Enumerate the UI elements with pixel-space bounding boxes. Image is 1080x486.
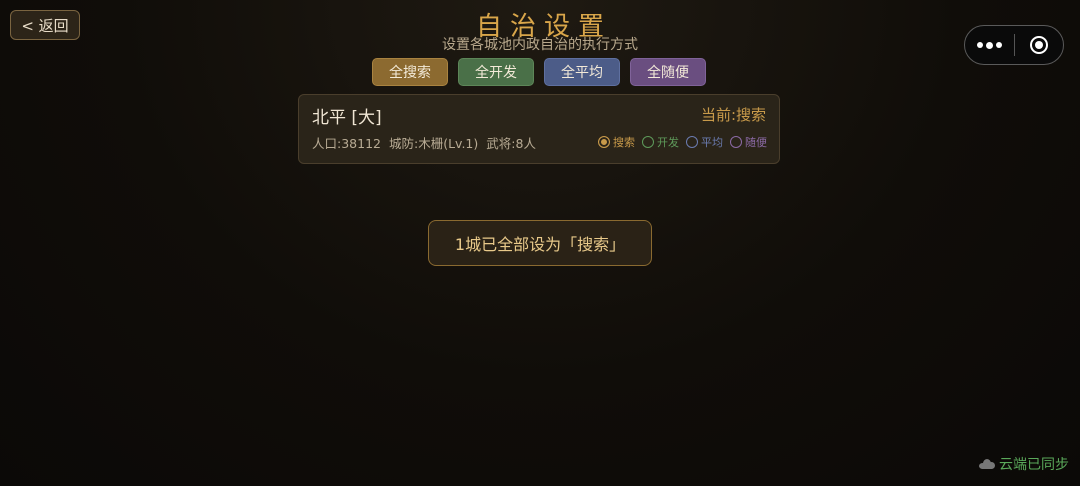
radio-unchecked-icon	[686, 136, 698, 148]
radio-unchecked-icon	[642, 136, 654, 148]
city-generals: 武将:8人	[486, 136, 536, 151]
mode-radio-balance[interactable]: 平均	[686, 134, 723, 150]
autonomy-settings-page: < 返回 自治设置 设置各城池内政自治的执行方式 全搜索 全开发 全平均 全随便…	[0, 0, 1080, 486]
toast-message: 1城已全部设为「搜索」	[428, 220, 652, 266]
sync-status-label: 云端已同步	[999, 457, 1069, 473]
radio-checked-icon	[598, 136, 610, 148]
mode-radio-random[interactable]: 随便	[730, 134, 767, 150]
mode-label-balance: 平均	[701, 136, 723, 149]
bulk-action-bar: 全搜索 全开发 全平均 全随便	[372, 58, 706, 86]
sync-status: 云端已同步	[979, 454, 1069, 474]
mode-label-random: 随便	[745, 136, 767, 149]
all-random-button[interactable]: 全随便	[630, 58, 706, 86]
mode-label-search: 搜索	[613, 136, 635, 149]
all-develop-button[interactable]: 全开发	[458, 58, 534, 86]
all-search-button[interactable]: 全搜索	[372, 58, 448, 86]
radio-unchecked-icon	[730, 136, 742, 148]
mode-radio-group: 搜索 开发 平均 随便	[598, 134, 767, 150]
city-name: 北平 [大]	[312, 108, 382, 128]
target-close-icon[interactable]	[1015, 26, 1063, 64]
page-subtitle: 设置各城池内政自治的执行方式	[442, 37, 638, 53]
more-dots-icon[interactable]	[965, 26, 1014, 64]
mini-program-capsule	[964, 25, 1064, 65]
city-defense: 城防:木栅(Lv.1)	[388, 136, 479, 151]
city-current-mode: 当前:搜索	[700, 106, 766, 124]
city-stats: 人口:38112 城防:木栅(Lv.1) 武将:8人	[312, 133, 536, 152]
mode-radio-search[interactable]: 搜索	[598, 134, 635, 150]
all-balance-button[interactable]: 全平均	[544, 58, 620, 86]
cloud-icon	[979, 459, 995, 469]
mode-radio-develop[interactable]: 开发	[642, 134, 679, 150]
city-card: 北平 [大] 当前:搜索 人口:38112 城防:木栅(Lv.1) 武将:8人 …	[298, 94, 780, 164]
city-population: 人口:38112	[312, 136, 381, 151]
mode-label-develop: 开发	[657, 136, 679, 149]
